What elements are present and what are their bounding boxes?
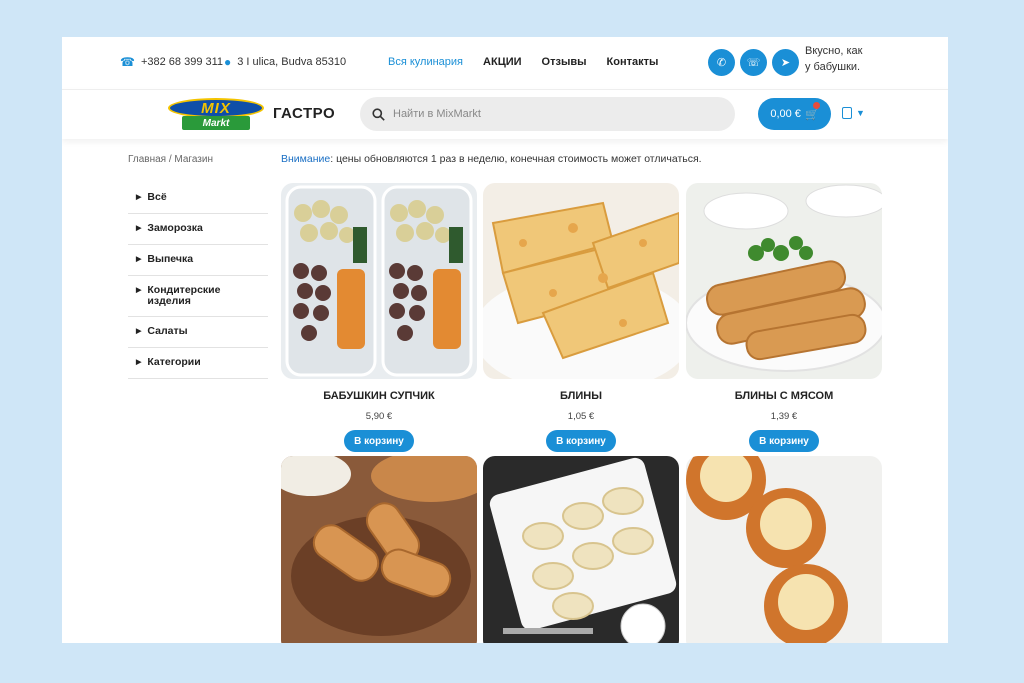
- product-image[interactable]: [281, 456, 477, 643]
- slogan-line-1: Вкусно, как: [805, 45, 863, 57]
- product-card: [483, 456, 679, 643]
- telegram-icon[interactable]: ➤: [772, 49, 799, 76]
- product-image[interactable]: [483, 456, 679, 643]
- category-sidebar: ▶ Всё ▶ Заморозка ▶ Выпечка ▶ Кондитерские и…: [128, 183, 268, 379]
- slogan-line-2: у бабушки.: [805, 61, 861, 73]
- search-bar: [360, 97, 735, 131]
- social-links: ✆ ☏ ➤: [708, 49, 799, 76]
- product-price: 5,90 €: [365, 411, 393, 422]
- sidebar-item-frozen[interactable]: ▶ Заморозка: [128, 214, 268, 245]
- address-text: 3 I ulica, Budva 85310: [237, 56, 347, 68]
- mixmarkt-logo[interactable]: MIX Markt: [168, 98, 264, 132]
- viber-icon[interactable]: ☏: [740, 49, 767, 76]
- sidebar-item-label: Выпечка: [147, 253, 194, 265]
- sidebar-item-all[interactable]: ▶ Всё: [128, 183, 268, 214]
- nav-promotions[interactable]: АКЦИИ: [483, 56, 522, 68]
- cart-icon: 🛒: [804, 108, 819, 121]
- sidebar-item-confectionery[interactable]: ▶ Кондитерские изделия: [128, 276, 268, 317]
- product-name[interactable]: БЛИНЫ С МЯСОМ: [686, 390, 882, 402]
- caret-right-icon: ▶: [136, 256, 142, 263]
- add-to-cart-button[interactable]: В корзину: [344, 430, 414, 452]
- caret-right-icon: ▶: [136, 328, 142, 335]
- sidebar-item-label: Салаты: [147, 325, 188, 337]
- top-bar: ☎ +382 68 399 311 ● 3 I ulica, Budva 853…: [62, 37, 948, 89]
- add-to-cart-button[interactable]: В корзину: [546, 430, 616, 452]
- notice-label: Внимание: [281, 153, 331, 165]
- search-input[interactable]: [393, 108, 713, 120]
- cart-button[interactable]: 0,00 € 🛒: [758, 98, 831, 130]
- nav-reviews[interactable]: Отзывы: [542, 56, 587, 68]
- sidebar-item-categories[interactable]: ▶ Категории: [128, 348, 268, 379]
- product-card: БЛИНЫ С МЯСОМ 1,39 € В корзину: [686, 183, 882, 452]
- search-icon[interactable]: [372, 107, 385, 121]
- product-image[interactable]: [686, 456, 882, 643]
- page-frame: ☎ +382 68 399 311 ● 3 I ulica, Budva 853…: [62, 37, 948, 643]
- price-notice: Внимание: цены обновляются 1 раз в недел…: [281, 153, 702, 165]
- main-header: MIX Markt ГАСТРО 0,00 € 🛒 ▼: [62, 89, 948, 139]
- product-name[interactable]: БЛИНЫ: [483, 390, 679, 402]
- product-card: [281, 456, 477, 643]
- phone-contact[interactable]: ☎ +382 68 399 311: [120, 55, 223, 69]
- account-menu[interactable]: ▼: [842, 107, 865, 119]
- sidebar-item-label: Заморозка: [147, 222, 203, 234]
- logo-mix-text: MIX: [168, 98, 264, 118]
- phone-number: +382 68 399 311: [140, 56, 224, 68]
- product-image[interactable]: [483, 183, 679, 379]
- top-nav: Вся кулинария АКЦИИ Отзывы Контакты: [388, 56, 658, 68]
- nav-contacts[interactable]: Контакты: [607, 56, 659, 68]
- sidebar-item-label: Кондитерские изделия: [147, 284, 221, 307]
- caret-right-icon: ▶: [136, 287, 142, 294]
- whatsapp-icon[interactable]: ✆: [708, 49, 735, 76]
- chevron-down-icon: ▼: [856, 108, 865, 118]
- user-icon: [842, 107, 852, 119]
- location-pin-icon: ●: [224, 55, 232, 69]
- notice-text: : цены обновляются 1 раз в неделю, конеч…: [330, 153, 702, 165]
- phone-icon: ☎: [120, 55, 135, 69]
- sidebar-item-label: Категории: [147, 356, 201, 368]
- product-image[interactable]: [281, 183, 477, 379]
- product-card: [686, 456, 882, 643]
- caret-right-icon: ▶: [136, 359, 142, 366]
- product-card: БЛИНЫ 1,05 € В корзину: [483, 183, 679, 452]
- product-image[interactable]: [686, 183, 882, 379]
- product-price: 1,39 €: [770, 411, 798, 422]
- sidebar-item-salads[interactable]: ▶ Салаты: [128, 317, 268, 348]
- product-name[interactable]: БАБУШКИН СУПЧИК: [281, 390, 477, 402]
- sidebar-item-bakery[interactable]: ▶ Выпечка: [128, 245, 268, 276]
- add-to-cart-button[interactable]: В корзину: [749, 430, 819, 452]
- caret-right-icon: ▶: [136, 225, 142, 232]
- slogan: Вкусно, как у бабушки.: [805, 43, 885, 75]
- caret-right-icon: ▶: [136, 194, 142, 201]
- nav-all-culinary[interactable]: Вся кулинария: [388, 56, 463, 68]
- product-card: БАБУШКИН СУПЧИК 5,90 € В корзину: [281, 183, 477, 452]
- breadcrumb[interactable]: Главная / Магазин: [128, 154, 213, 165]
- address-contact[interactable]: ● 3 I ulica, Budva 85310: [224, 55, 346, 69]
- sidebar-item-label: Всё: [147, 191, 167, 203]
- brand-title: ГАСТРО: [273, 105, 336, 122]
- product-price: 1,05 €: [567, 411, 595, 422]
- cart-total: 0,00 €: [770, 108, 801, 120]
- logo-markt-text: Markt: [182, 116, 250, 130]
- cart-badge: [813, 102, 820, 109]
